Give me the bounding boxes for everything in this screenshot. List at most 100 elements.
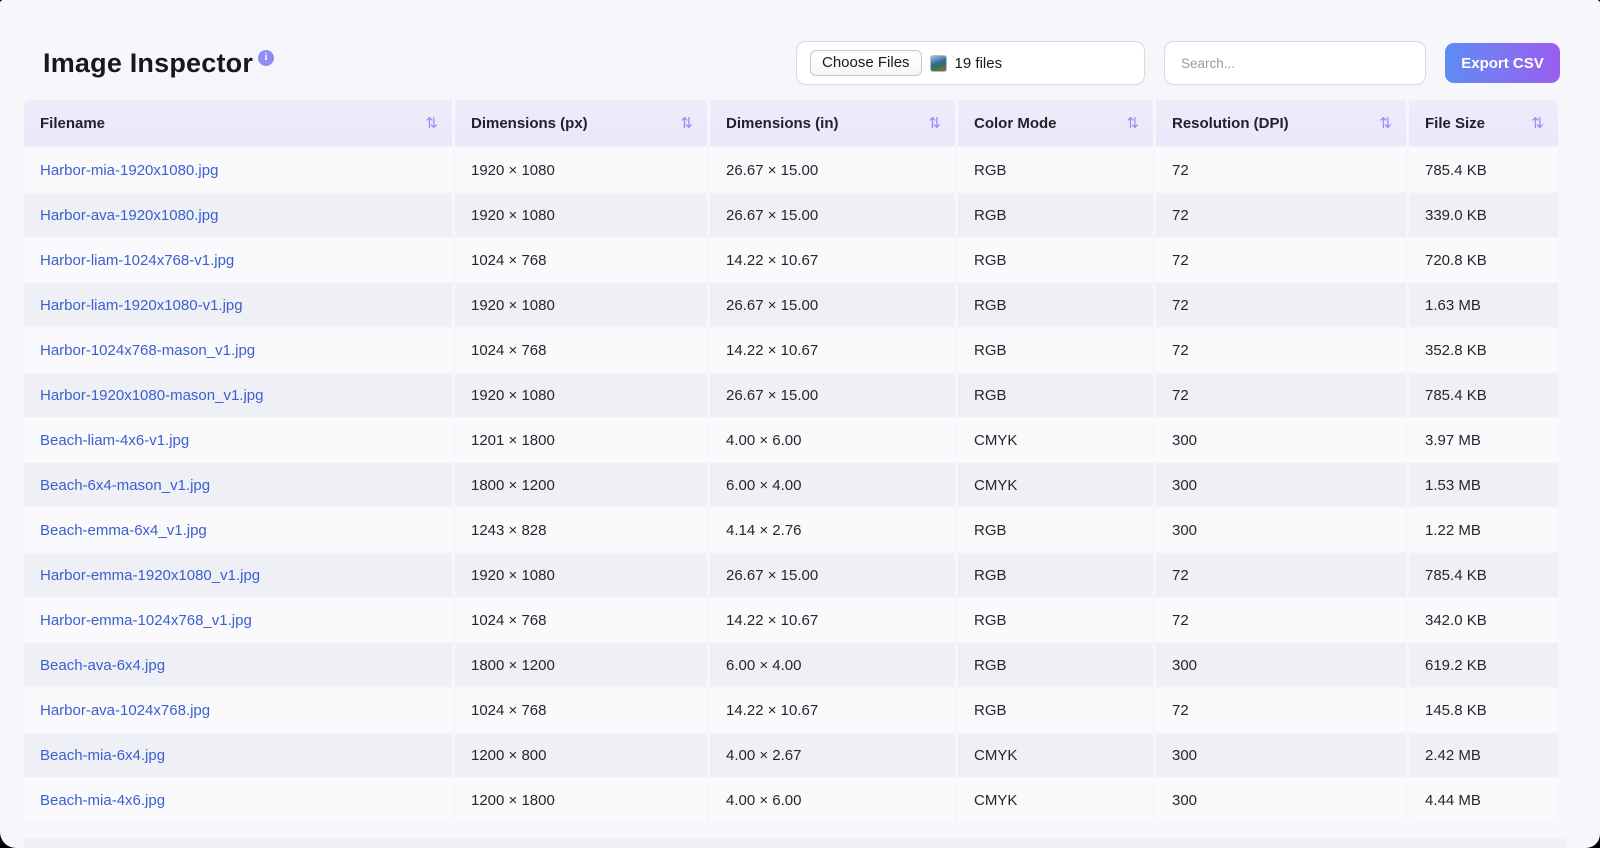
table-row: Harbor-emma-1920x1080_v1.jpg 1920 × 1080…	[24, 553, 1567, 597]
filename-link[interactable]: Beach-emma-6x4_v1.jpg	[40, 522, 207, 539]
cell-file-size: 1.22 MB	[1409, 508, 1558, 552]
table-row: Beach-mia-6x4.jpg 1200 × 800 4.00 × 2.67…	[24, 733, 1567, 777]
filename-link[interactable]: Harbor-emma-1024x768_v1.jpg	[40, 612, 252, 629]
filename-link[interactable]: Harbor-liam-1920x1080-v1.jpg	[40, 297, 243, 314]
cell-dimensions-in: 14.22 × 10.67	[710, 328, 955, 372]
filename-link[interactable]: Beach-ava-6x4.jpg	[40, 657, 165, 674]
cell-filename: Harbor-emma-1024x768_v1.jpg	[24, 598, 452, 642]
sort-icon[interactable]: ⇅	[1126, 114, 1139, 132]
filename-link[interactable]: Harbor-emma-1920x1080_v1.jpg	[40, 567, 260, 584]
filename-link[interactable]: Harbor-ava-1024x768.jpg	[40, 702, 210, 719]
search-input[interactable]	[1164, 41, 1426, 85]
files-count-label: 19 files	[954, 54, 1003, 72]
file-input-control[interactable]: Choose Files 19 files	[796, 41, 1145, 85]
filename-link[interactable]: Beach-mia-6x4.jpg	[40, 747, 165, 764]
cell-resolution-dpi: 300	[1156, 643, 1406, 687]
page-title: Image Inspector	[43, 47, 254, 78]
cell-file-size: 619.2 KB	[1409, 643, 1558, 687]
topbar: Image Inspector i Choose Files 19 files …	[0, 0, 1600, 100]
cell-dimensions-in: 4.00 × 6.00	[710, 418, 955, 462]
cell-filename: Beach-ava-6x4.jpg	[24, 643, 452, 687]
table-row: Beach-mia-4x6.jpg 1200 × 1800 4.00 × 6.0…	[24, 778, 1567, 822]
cell-dimensions-px: 1024 × 768	[455, 598, 707, 642]
cell-dimensions-in: 14.22 × 10.67	[710, 598, 955, 642]
cell-file-size: 352.8 KB	[1409, 328, 1558, 372]
filename-link[interactable]: Harbor-1024x768-mason_v1.jpg	[40, 342, 255, 359]
cell-resolution-dpi: 300	[1156, 508, 1406, 552]
column-header-filename[interactable]: Filename ⇅	[24, 100, 452, 146]
table-row: Beach-emma-6x4_v1.jpg 1243 × 828 4.14 × …	[24, 508, 1567, 552]
file-thumbnail-icon	[929, 54, 947, 72]
cell-filename: Harbor-liam-1024x768-v1.jpg	[24, 238, 452, 282]
cell-file-size: 342.0 KB	[1409, 598, 1558, 642]
cell-resolution-dpi: 72	[1156, 193, 1406, 237]
cell-dimensions-in: 14.22 × 10.67	[710, 688, 955, 732]
table-row: Harbor-mia-1920x1080.jpg 1920 × 1080 26.…	[24, 148, 1567, 192]
cell-file-size: 339.0 KB	[1409, 193, 1558, 237]
cell-filename: Beach-emma-6x4_v1.jpg	[24, 508, 452, 552]
info-icon[interactable]: i	[258, 49, 275, 66]
cell-color-mode: CMYK	[958, 778, 1153, 822]
cell-dimensions-in: 26.67 × 15.00	[710, 553, 955, 597]
filename-link[interactable]: Beach-mia-4x6.jpg	[40, 792, 165, 809]
cell-resolution-dpi: 72	[1156, 553, 1406, 597]
cell-dimensions-px: 1920 × 1080	[455, 148, 707, 192]
filename-link[interactable]: Harbor-mia-1920x1080.jpg	[40, 162, 218, 179]
column-header-resolution-dpi[interactable]: Resolution (DPI) ⇅	[1156, 100, 1406, 146]
cell-resolution-dpi: 72	[1156, 688, 1406, 732]
cell-color-mode: RGB	[958, 688, 1153, 732]
cell-dimensions-in: 14.22 × 10.67	[710, 238, 955, 282]
cell-dimensions-px: 1201 × 1800	[455, 418, 707, 462]
table-body: Harbor-mia-1920x1080.jpg 1920 × 1080 26.…	[24, 148, 1567, 822]
cell-resolution-dpi: 72	[1156, 148, 1406, 192]
filename-link[interactable]: Harbor-ava-1920x1080.jpg	[40, 207, 218, 224]
cell-color-mode: RGB	[958, 193, 1153, 237]
choose-files-button[interactable]: Choose Files	[810, 50, 922, 76]
cell-filename: Beach-mia-6x4.jpg	[24, 733, 452, 777]
table-row: Harbor-ava-1024x768.jpg 1024 × 768 14.22…	[24, 688, 1567, 732]
export-csv-button[interactable]: Export CSV	[1445, 43, 1560, 83]
cell-dimensions-in: 6.00 × 4.00	[710, 643, 955, 687]
cell-dimensions-px: 1200 × 800	[455, 733, 707, 777]
filename-link[interactable]: Harbor-1920x1080-mason_v1.jpg	[40, 387, 263, 404]
cell-resolution-dpi: 72	[1156, 598, 1406, 642]
cell-resolution-dpi: 300	[1156, 418, 1406, 462]
cell-color-mode: CMYK	[958, 733, 1153, 777]
cell-file-size: 2.42 MB	[1409, 733, 1558, 777]
column-header-dimensions-px[interactable]: Dimensions (px) ⇅	[455, 100, 707, 146]
cell-filename: Harbor-emma-1920x1080_v1.jpg	[24, 553, 452, 597]
sort-icon[interactable]: ⇅	[680, 114, 693, 132]
table-header-row: Filename ⇅ Dimensions (px) ⇅ Dimensions …	[24, 100, 1567, 146]
table-row: Harbor-ava-1920x1080.jpg 1920 × 1080 26.…	[24, 193, 1567, 237]
cell-dimensions-in: 26.67 × 15.00	[710, 283, 955, 327]
column-header-dimensions-in[interactable]: Dimensions (in) ⇅	[710, 100, 955, 146]
sort-icon[interactable]: ⇅	[928, 114, 941, 132]
cell-filename: Harbor-liam-1920x1080-v1.jpg	[24, 283, 452, 327]
cell-filename: Beach-liam-4x6-v1.jpg	[24, 418, 452, 462]
column-header-color-mode[interactable]: Color Mode ⇅	[958, 100, 1153, 146]
cell-filename: Harbor-1024x768-mason_v1.jpg	[24, 328, 452, 372]
cell-resolution-dpi: 300	[1156, 778, 1406, 822]
table-row: Beach-ava-6x4.jpg 1800 × 1200 6.00 × 4.0…	[24, 643, 1567, 687]
cell-file-size: 1.53 MB	[1409, 463, 1558, 507]
filename-link[interactable]: Beach-liam-4x6-v1.jpg	[40, 432, 189, 449]
filename-link[interactable]: Beach-6x4-mason_v1.jpg	[40, 477, 210, 494]
column-header-file-size[interactable]: File Size ⇅	[1409, 100, 1558, 146]
cell-dimensions-in: 26.67 × 15.00	[710, 148, 955, 192]
cell-resolution-dpi: 300	[1156, 463, 1406, 507]
cell-color-mode: RGB	[958, 598, 1153, 642]
cell-dimensions-px: 1920 × 1080	[455, 373, 707, 417]
sort-icon[interactable]: ⇅	[1379, 114, 1392, 132]
table-row: Beach-6x4-mason_v1.jpg 1800 × 1200 6.00 …	[24, 463, 1567, 507]
cell-resolution-dpi: 72	[1156, 283, 1406, 327]
sort-icon[interactable]: ⇅	[1531, 114, 1544, 132]
sort-icon[interactable]: ⇅	[425, 114, 438, 132]
toolbar-controls: Choose Files 19 files Export CSV	[796, 41, 1560, 85]
table-row: Harbor-1024x768-mason_v1.jpg 1024 × 768 …	[24, 328, 1567, 372]
cell-file-size: 720.8 KB	[1409, 238, 1558, 282]
cell-filename: Beach-mia-4x6.jpg	[24, 778, 452, 822]
cell-dimensions-px: 1920 × 1080	[455, 553, 707, 597]
filename-link[interactable]: Harbor-liam-1024x768-v1.jpg	[40, 252, 234, 269]
cell-file-size: 3.97 MB	[1409, 418, 1558, 462]
cell-file-size: 1.63 MB	[1409, 283, 1558, 327]
